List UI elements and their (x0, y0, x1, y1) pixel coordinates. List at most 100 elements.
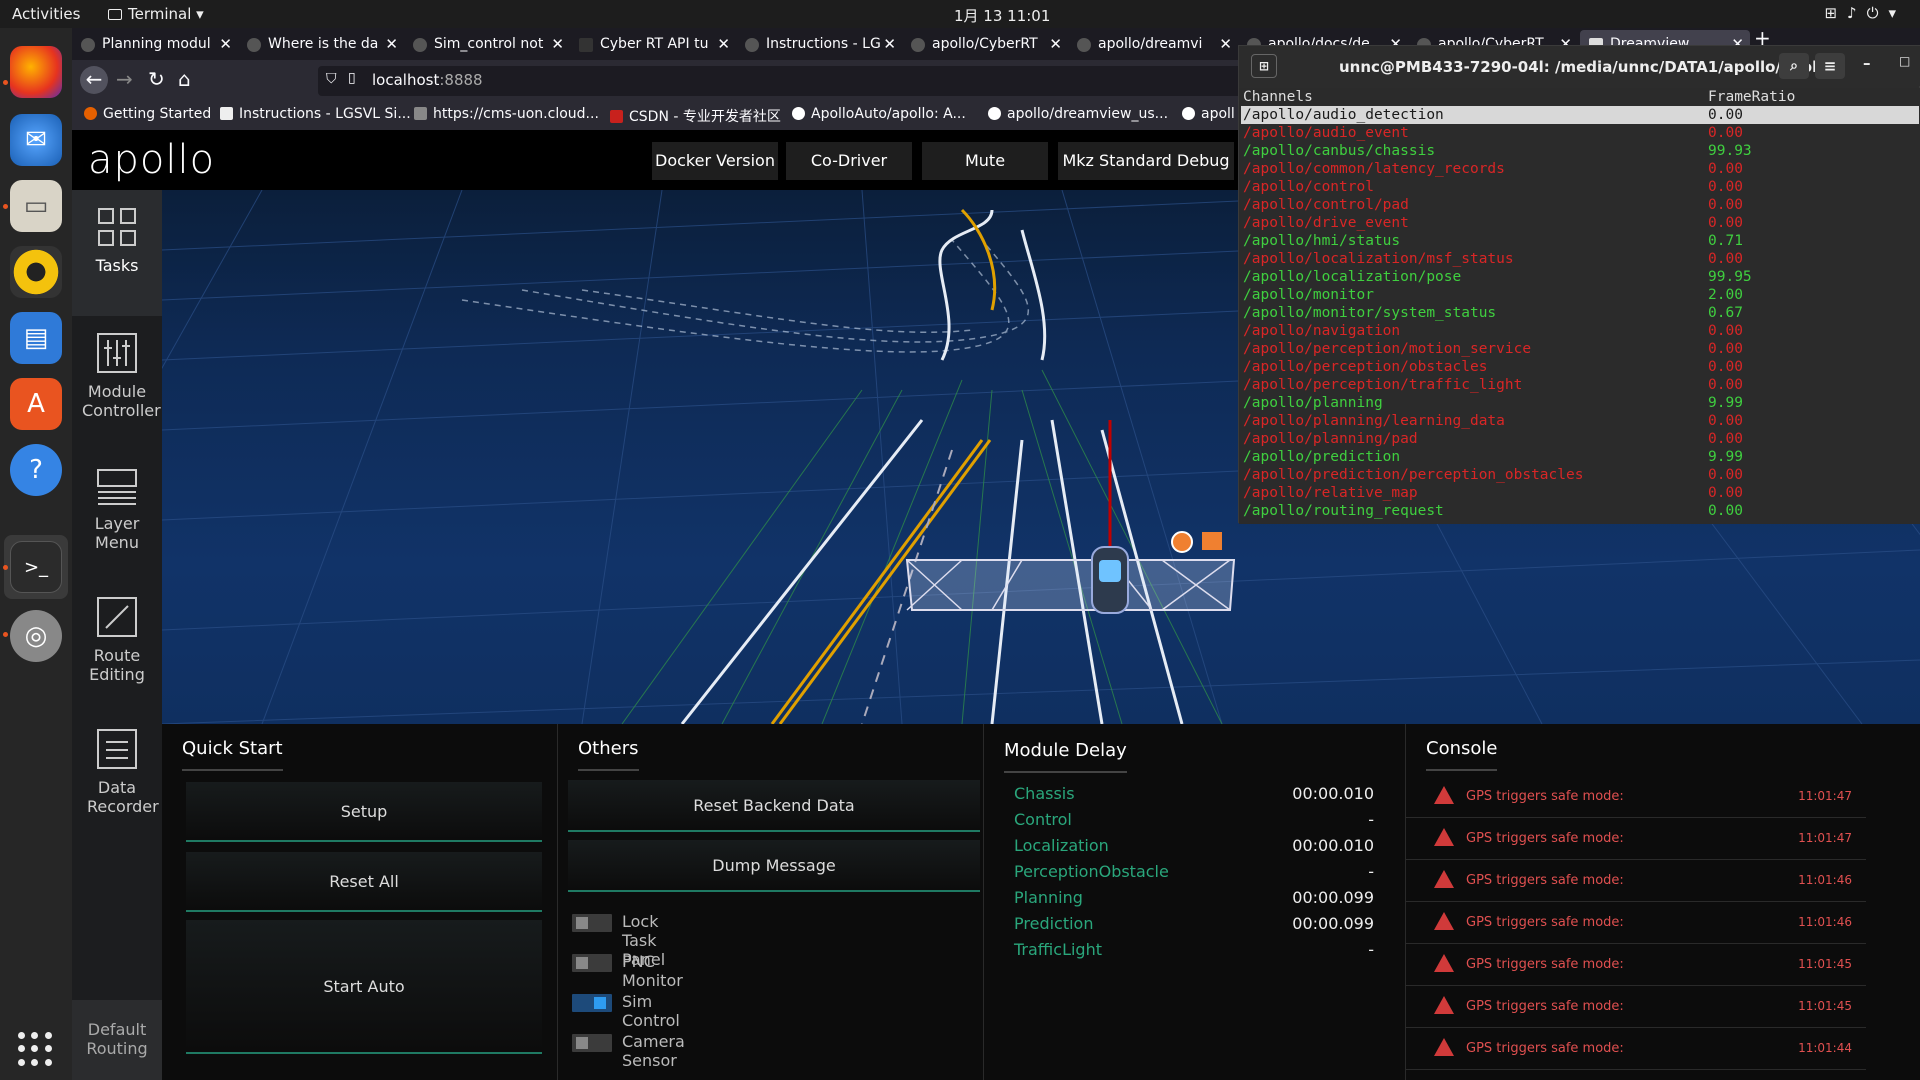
rhythmbox-icon[interactable] (10, 246, 62, 298)
browser-tab[interactable]: Planning modul ✕ (72, 30, 238, 60)
console-row: GPS triggers safe mode: 11:01:46 (1406, 902, 1866, 944)
close-icon[interactable]: ✕ (1049, 35, 1062, 53)
help-icon[interactable]: ? (10, 444, 62, 496)
bookmark-item[interactable]: Getting Started (84, 106, 211, 122)
menu-icon[interactable]: ≡ (1815, 53, 1845, 79)
sidebar-item-layer-menu[interactable]: Layer Menu (72, 448, 162, 574)
channel-name: /apollo/prediction/perception_obstacles (1243, 467, 1584, 483)
bookmark-item[interactable]: https://cms-uon.cloud... (414, 106, 599, 122)
reset-all-button[interactable]: Reset All (186, 852, 542, 912)
sidebar-item-data-recorder[interactable]: Data Recorder (72, 712, 162, 838)
show-applications-icon[interactable] (18, 1032, 52, 1066)
others-title: Others (578, 738, 639, 771)
bookmark-label: ApolloAuto/apollo: A... (811, 106, 966, 122)
frame-ratio: 0.00 (1708, 467, 1743, 483)
console-row: GPS triggers safe mode: 11:01:47 (1406, 818, 1866, 860)
start-auto-button[interactable]: Start Auto (186, 920, 542, 1054)
close-icon[interactable]: ✕ (1219, 35, 1232, 53)
module-name: Chassis (1014, 784, 1075, 803)
clock[interactable]: 1月 13 11:01 (954, 5, 1050, 26)
home-button[interactable]: ⌂ (178, 67, 191, 91)
lock-task-panel-toggle[interactable] (572, 914, 612, 932)
sidebar-item-tasks[interactable]: Tasks (72, 190, 162, 316)
sidebar-item-route-editing[interactable]: Route Editing (72, 580, 162, 706)
app-menu-label: Terminal (128, 5, 192, 23)
browser-tab[interactable]: Instructions - LG ✕ (736, 30, 902, 60)
frame-ratio: 0.00 (1708, 377, 1743, 393)
firefox-icon[interactable] (10, 46, 62, 98)
console-message: GPS triggers safe mode: (1466, 999, 1624, 1014)
mute-button[interactable]: Mute (922, 142, 1048, 180)
channel-row: /apollo/localization/pose 99.95 (1241, 268, 1919, 286)
files-icon[interactable]: ▭ (10, 180, 62, 232)
delay-value: - (1368, 862, 1374, 881)
bookmark-item[interactable]: ApolloAuto/apollo: A... (792, 106, 966, 122)
console-row: GPS triggers safe mode: 11:01:45 (1406, 944, 1866, 986)
sidebar-item-module-controller[interactable]: Module Controller (72, 316, 162, 442)
toggle-label: Camera Sensor (622, 1032, 685, 1070)
channel-row: /apollo/monitor/system_status 0.67 (1241, 304, 1919, 322)
reload-button[interactable]: ↻ (148, 67, 165, 91)
channel-row: /apollo/perception/traffic_light 0.00 (1241, 376, 1919, 394)
terminal-output[interactable]: Channels FrameRatio /apollo/audio_detecti… (1239, 88, 1920, 524)
bookmark-item[interactable]: apollo/dreamview_us... (988, 106, 1168, 122)
quick-start-card: Quick Start Setup Reset All Start Auto (162, 724, 558, 1080)
delay-row: TrafficLight - (1014, 940, 1374, 959)
co-driver-button[interactable]: Co-Driver (786, 142, 912, 180)
channel-row: /apollo/planning/learning_data 0.00 (1241, 412, 1919, 430)
docker-version-button[interactable]: Docker Version (652, 142, 778, 180)
browser-tab[interactable]: Sim_control not ✕ (404, 30, 570, 60)
vehicle-mode-button[interactable]: Mkz Standard Debug (1058, 142, 1234, 180)
terminal-window[interactable]: ⊞ unnc@PMB433-7290-04l: /media/unnc/DATA… (1238, 45, 1920, 524)
disk-icon[interactable]: ◎ (10, 610, 62, 662)
delay-row: Control - (1014, 810, 1374, 829)
bookmark-label: CSDN - 专业开发者社区 (629, 109, 781, 125)
maximize-button[interactable]: □ (1899, 54, 1910, 68)
system-tray[interactable]: ⊞♪⏻▾ (1824, 4, 1906, 22)
back-button[interactable]: ← (80, 66, 108, 94)
reset-backend-data-button[interactable]: Reset Backend Data (568, 780, 980, 832)
bookmark-label: apollo/dreamview_us... (1007, 106, 1169, 122)
console-card: Console GPS triggers safe mode: 11:01:47 … (1406, 724, 1920, 1080)
close-icon[interactable]: ✕ (551, 35, 564, 53)
sim-control-toggle[interactable] (572, 994, 612, 1012)
close-icon[interactable]: ✕ (219, 35, 232, 53)
bookmark-item[interactable]: Instructions - LGSVL Si... (220, 106, 411, 122)
forward-button[interactable]: → (116, 67, 133, 91)
bookmark-item[interactable]: apoll (1182, 106, 1235, 122)
close-icon[interactable]: ✕ (883, 35, 896, 53)
delay-value: 00:00.010 (1292, 784, 1374, 803)
terminal-title: unnc@PMB433-7290-04l: /media/unnc/DATA1/… (1339, 58, 1833, 76)
setup-button[interactable]: Setup (186, 782, 542, 842)
module-delay-card: Module Delay Chassis 00:00.010 Control - L… (984, 724, 1406, 1080)
activities-button[interactable]: Activities (12, 5, 80, 23)
minimize-button[interactable]: – (1863, 54, 1871, 72)
channel-row: /apollo/control/pad 0.00 (1241, 196, 1919, 214)
terminal-titlebar[interactable]: ⊞ unnc@PMB433-7290-04l: /media/unnc/DATA… (1239, 46, 1920, 86)
browser-tab[interactable]: Where is the da ✕ (238, 30, 404, 60)
libreoffice-writer-icon[interactable]: ▤ (10, 312, 62, 364)
apollo-logo: apollo (88, 137, 216, 183)
bookmark-item[interactable]: CSDN - 专业开发者社区 (610, 106, 781, 126)
channel-name: /apollo/control/pad (1243, 197, 1409, 213)
new-tab-icon[interactable]: ⊞ (1251, 54, 1277, 78)
close-icon[interactable]: ✕ (717, 35, 730, 53)
browser-tab[interactable]: apollo/CyberRT ✕ (902, 30, 1068, 60)
terminal-icon[interactable]: >_ (10, 541, 62, 593)
console-message: GPS triggers safe mode: (1466, 1041, 1624, 1056)
close-icon[interactable]: ✕ (385, 35, 398, 53)
search-icon[interactable]: ⌕ (1779, 53, 1809, 79)
software-center-icon[interactable]: A (10, 378, 62, 430)
browser-tab[interactable]: Cyber RT API tu ✕ (570, 30, 736, 60)
browser-tab[interactable]: apollo/dreamvi ✕ (1068, 30, 1238, 60)
camera-sensor-toggle[interactable] (572, 1034, 612, 1052)
firefox-icon (84, 107, 97, 120)
thunderbird-icon[interactable]: ✉ (10, 114, 62, 166)
app-menu[interactable]: Terminal ▾ (108, 5, 204, 23)
dump-message-button[interactable]: Dump Message (568, 840, 980, 892)
default-routing-button[interactable]: Default Routing (72, 1000, 162, 1080)
pnc-monitor-toggle[interactable] (572, 954, 612, 972)
stop-sign-icon (1171, 531, 1193, 553)
sidebar-item-label: Module Controller (82, 382, 161, 420)
console-time: 11:01:44 (1798, 1041, 1852, 1055)
